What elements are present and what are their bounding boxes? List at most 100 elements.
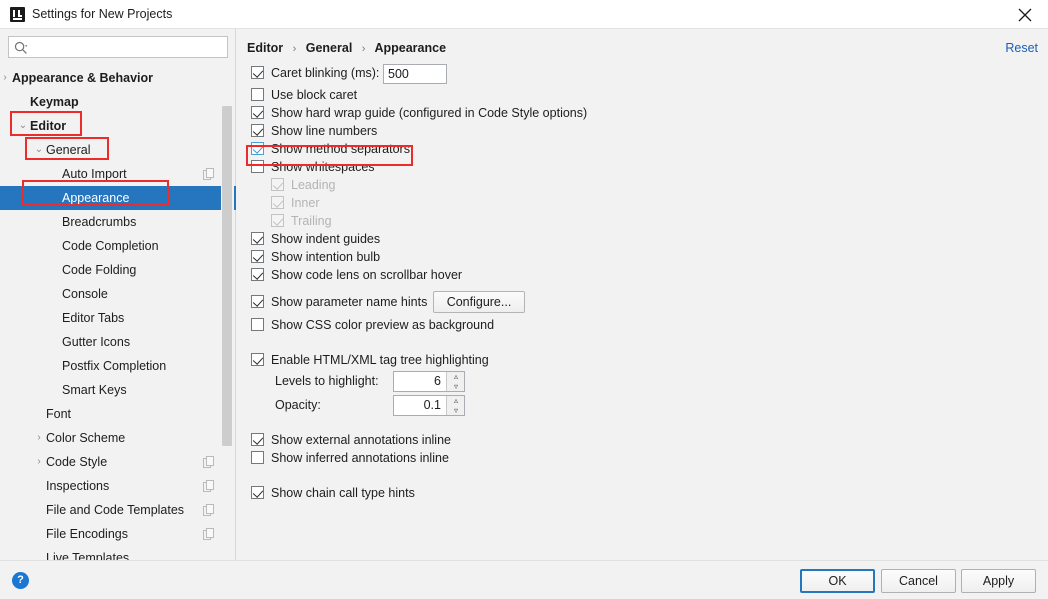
option-show-line-numbers[interactable]: Show line numbers: [247, 122, 1037, 140]
inner-checkbox: [271, 196, 284, 209]
sidebar-item-label: General: [46, 143, 91, 157]
option-trailing: Trailing: [247, 212, 1037, 230]
search-box[interactable]: [8, 36, 228, 58]
sidebar-item-file-and-code-templates[interactable]: File and Code Templates: [0, 498, 236, 522]
sidebar-item-auto-import[interactable]: Auto Import: [0, 162, 236, 186]
caret-blinking-input[interactable]: [383, 64, 447, 84]
search-input[interactable]: [33, 37, 225, 57]
sidebar-item-keymap[interactable]: Keymap: [0, 90, 236, 114]
chevron-down-icon[interactable]: ▿: [447, 406, 465, 415]
breadcrumb-separator: ›: [292, 43, 297, 55]
opacity-spinner-buttons[interactable]: ▵ ▿: [446, 396, 464, 415]
breadcrumb-item-0[interactable]: Editor: [247, 41, 283, 55]
show-whitespaces-checkbox[interactable]: [251, 160, 264, 173]
ok-button[interactable]: OK: [800, 569, 875, 593]
sidebar-item-inspections[interactable]: Inspections: [0, 474, 236, 498]
sidebar-item-live-templates[interactable]: Live Templates: [0, 546, 236, 560]
sidebar-item-general[interactable]: ⌄ General: [0, 138, 236, 162]
chevron-up-icon[interactable]: ▵: [447, 372, 465, 381]
sidebar-item-label: Appearance: [62, 191, 130, 205]
show-inferred-annotations-inline-checkbox[interactable]: [251, 451, 264, 464]
inner-label: Inner: [291, 196, 320, 210]
cancel-button[interactable]: Cancel: [881, 569, 956, 593]
option-show-whitespaces[interactable]: Show whitespaces: [247, 158, 1037, 176]
close-icon[interactable]: [1002, 0, 1048, 29]
option-inner: Inner: [247, 194, 1037, 212]
sidebar-scrollbar-track[interactable]: [221, 66, 234, 560]
sidebar-item-breadcrumbs[interactable]: Breadcrumbs: [0, 210, 236, 234]
sidebar-item-label: Inspections: [46, 479, 110, 493]
show-inferred-annotations-inline-label: Show inferred annotations inline: [271, 451, 449, 465]
option-parameter-name-hints[interactable]: Show parameter name hints Configure...: [247, 290, 1037, 314]
chevron-up-icon[interactable]: ▵: [447, 396, 465, 405]
copy-settings-icon: [203, 456, 214, 468]
sidebar-item-code-completion[interactable]: Code Completion: [0, 234, 236, 258]
appearance-options: Caret blinking (ms): Use block caret Show…: [247, 62, 1037, 502]
caret-blinking-checkbox[interactable]: [251, 66, 264, 79]
opacity-spinner[interactable]: 0.1 ▵ ▿: [393, 395, 465, 416]
show-indent-guides-checkbox[interactable]: [251, 232, 264, 245]
option-use-block-caret[interactable]: Use block caret: [247, 86, 1037, 104]
use-block-caret-checkbox[interactable]: [251, 88, 264, 101]
option-show-intention-bulb[interactable]: Show intention bulb: [247, 248, 1037, 266]
show-external-annotations-inline-label: Show external annotations inline: [271, 433, 451, 447]
sidebar-item-label: Code Completion: [62, 239, 159, 253]
sidebar-item-gutter-icons[interactable]: Gutter Icons: [0, 330, 236, 354]
option-show-hard-wrap-guide-configured-in-code-style-options[interactable]: Show hard wrap guide (configured in Code…: [247, 104, 1037, 122]
settings-tree: › Appearance & Behavior Keymap ⌄ Editor ⌄ Gene…: [0, 66, 236, 560]
show-code-lens-on-scrollbar-hover-checkbox[interactable]: [251, 268, 264, 281]
css-color-preview-checkbox[interactable]: [251, 318, 264, 331]
sidebar-item-editor[interactable]: ⌄ Editor: [0, 114, 236, 138]
levels-spinner-buttons[interactable]: ▵ ▿: [446, 372, 464, 391]
show-hard-wrap-guide-configured-in-code-style-options-checkbox[interactable]: [251, 106, 264, 119]
sidebar-item-color-scheme[interactable]: › Color Scheme: [0, 426, 236, 450]
search-icon: [14, 41, 28, 54]
chevron-down-icon[interactable]: ▿: [447, 382, 465, 391]
reset-link[interactable]: Reset: [1005, 41, 1038, 55]
settings-content-panel: Editor › General › Appearance Reset Care…: [237, 29, 1048, 560]
option-css-color-preview[interactable]: Show CSS color preview as background: [247, 316, 1037, 334]
show-method-separators-checkbox[interactable]: [251, 142, 264, 155]
sidebar-item-file-encodings[interactable]: File Encodings: [0, 522, 236, 546]
option-show-inferred-annotations-inline[interactable]: Show inferred annotations inline: [247, 449, 1037, 467]
sidebar-item-editor-tabs[interactable]: Editor Tabs: [0, 306, 236, 330]
chain-call-type-hints-checkbox[interactable]: [251, 486, 264, 499]
chevron-right-icon[interactable]: ›: [0, 66, 12, 90]
html-xml-highlighting-checkbox[interactable]: [251, 353, 264, 366]
show-intention-bulb-checkbox[interactable]: [251, 250, 264, 263]
chevron-right-icon[interactable]: ›: [32, 450, 46, 474]
chevron-right-icon[interactable]: ›: [32, 426, 46, 450]
levels-to-highlight-spinner[interactable]: 6 ▵ ▿: [393, 371, 465, 392]
sidebar-item-appearance[interactable]: Appearance: [0, 186, 236, 210]
sidebar-item-postfix-completion[interactable]: Postfix Completion: [0, 354, 236, 378]
sidebar-item-console[interactable]: Console: [0, 282, 236, 306]
apply-button[interactable]: Apply: [961, 569, 1036, 593]
show-line-numbers-checkbox[interactable]: [251, 124, 264, 137]
option-show-method-separators[interactable]: Show method separators: [247, 140, 1037, 158]
copy-settings-icon: [203, 504, 214, 516]
sidebar-item-label: Color Scheme: [46, 431, 126, 445]
sidebar-item-appearance-behavior[interactable]: › Appearance & Behavior: [0, 66, 236, 90]
sidebar-item-font[interactable]: Font: [0, 402, 236, 426]
chevron-down-icon[interactable]: ⌄: [32, 138, 46, 162]
show-external-annotations-inline-checkbox[interactable]: [251, 433, 264, 446]
sidebar-item-code-folding[interactable]: Code Folding: [0, 258, 236, 282]
option-show-external-annotations-inline[interactable]: Show external annotations inline: [247, 431, 1037, 449]
sidebar-scrollbar-thumb[interactable]: [222, 106, 232, 446]
option-group-display: Show indent guides Show intention bulb Sho…: [247, 230, 1037, 284]
sidebar-item-label: Editor Tabs: [62, 311, 125, 325]
sidebar-item-smart-keys[interactable]: Smart Keys: [0, 378, 236, 402]
option-html-xml-highlighting[interactable]: Enable HTML/XML tag tree highlighting: [247, 351, 1037, 369]
breadcrumb-item-1[interactable]: General: [306, 41, 353, 55]
option-caret-blinking[interactable]: Caret blinking (ms):: [247, 62, 1037, 84]
parameter-name-hints-checkbox[interactable]: [251, 295, 264, 308]
show-method-separators-label: Show method separators: [271, 142, 410, 156]
help-icon[interactable]: ?: [12, 572, 29, 589]
option-show-indent-guides[interactable]: Show indent guides: [247, 230, 1037, 248]
configure-button[interactable]: Configure...: [433, 291, 525, 313]
option-show-code-lens-on-scrollbar-hover[interactable]: Show code lens on scrollbar hover: [247, 266, 1037, 284]
sidebar-item-code-style[interactable]: › Code Style: [0, 450, 236, 474]
option-chain-call-type-hints[interactable]: Show chain call type hints: [247, 484, 1037, 502]
copy-settings-icon: [203, 168, 214, 180]
chevron-down-icon[interactable]: ⌄: [16, 114, 30, 138]
